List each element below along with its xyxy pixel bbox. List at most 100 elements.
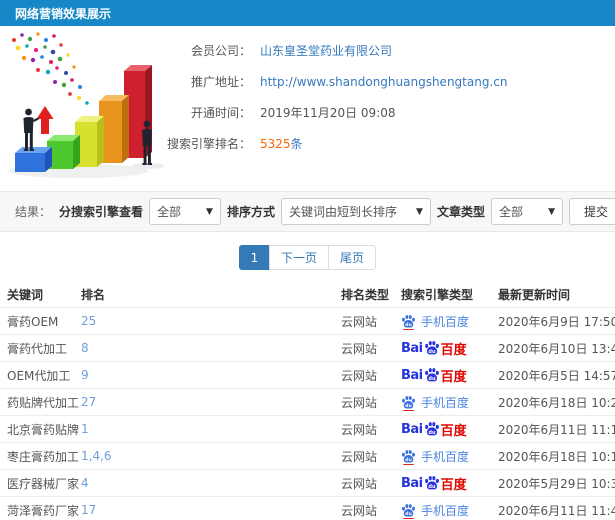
businessman-left [23, 108, 39, 151]
company-link[interactable]: 山东皇圣堂药业有限公司 [260, 42, 615, 59]
engine-cell: Bai百度 手机百度 [401, 339, 498, 358]
summary-section: 会员公司： 山东皇圣堂药业有限公司 推广地址： http://www.shand… [0, 26, 615, 190]
rank-link[interactable]: 1,4,6 [81, 449, 341, 463]
baidu-paw-icon [424, 475, 440, 491]
open-time-label: 开通时间： [190, 106, 251, 120]
next-page-button[interactable]: 下一页 [268, 245, 329, 270]
mobile-baidu-logo: 手机百度 [401, 313, 469, 330]
rank-type-cell: 云网站 [341, 422, 378, 437]
rank-link[interactable]: 4 [81, 476, 341, 490]
header-updated: 最新更新时间 [498, 288, 571, 302]
engine-cell: Bai百度 手机百度 [401, 394, 498, 411]
rank-type-cell: 云网站 [341, 476, 378, 491]
keyword-cell: 医疗器械厂家 [7, 476, 80, 491]
updated-cell: 2020年6月18日 10:19 [498, 449, 615, 464]
rank-type-cell: 云网站 [341, 449, 378, 464]
engine-rank-value: 5325条 [260, 135, 615, 152]
rank-link[interactable]: 27 [81, 395, 341, 409]
keyword-ranking-table: 关键词 排名 排名类型 搜索引擎类型 最新更新时间 膏药OEM 25 云网站 B… [0, 282, 615, 520]
baidu-logo: Bai 百度 [401, 366, 467, 385]
updated-cell: 2020年6月10日 13:40 [498, 341, 615, 356]
rank-link[interactable]: 17 [81, 503, 341, 517]
mobile-baidu-label: 手机百度 [421, 314, 470, 329]
growth-chart-illustration [0, 26, 185, 190]
mobile-baidu-logo: 手机百度 [401, 502, 469, 519]
pagination: 1 下一页 尾页 [0, 245, 615, 270]
company-label: 会员公司： [190, 44, 251, 58]
filter-bar: 结果： 分搜索引擎查看 全部 ▼ 排序方式 关键词由短到长排序 ▼ 文章类型 全… [0, 191, 615, 232]
updated-cell: 2020年6月18日 10:25 [498, 395, 615, 410]
promotion-url-label: 推广地址： [190, 75, 251, 89]
mobile-baidu-paw-icon [401, 449, 416, 465]
mobile-baidu-label: 手机百度 [421, 449, 470, 464]
baidu-label: 百度 [440, 423, 467, 439]
title-bar: 网络营销效果展示 [0, 0, 615, 26]
filter-controls: 分搜索引擎查看 全部 ▼ 排序方式 关键词由短到长排序 ▼ 文章类型 全部 ▼ … [59, 198, 615, 225]
table-row: 菏泽膏药厂家 17 云网站 Bai百度 手机百度 2020年6月11日 11:4… [0, 497, 615, 520]
rank-link[interactable]: 25 [81, 314, 341, 328]
engine-filter-select[interactable]: 全部 ▼ [148, 198, 221, 225]
rank-type-cell: 云网站 [341, 503, 378, 518]
mobile-baidu-label: 手机百度 [421, 503, 470, 518]
baidu-logo-text: Bai [401, 367, 423, 383]
keyword-cell: 药贴牌代加工 [7, 395, 80, 410]
promotion-url-link[interactable]: http://www.shandonghuangshengtang.cn [260, 75, 615, 89]
baidu-logo-text: Bai [401, 421, 423, 437]
updated-cell: 2020年6月11日 11:18 [498, 422, 615, 437]
baidu-logo: Bai 百度 [401, 339, 467, 358]
table-header-row: 关键词 排名 排名类型 搜索引擎类型 最新更新时间 [0, 282, 615, 308]
engine-view-label: 分搜索引擎查看 [58, 205, 143, 219]
chevron-down-icon: ▼ [548, 206, 555, 217]
up-arrow [36, 106, 54, 134]
rank-type-cell: 云网站 [341, 341, 378, 356]
mobile-baidu-paw-icon [401, 395, 416, 411]
submit-button[interactable]: 提交 [568, 198, 615, 225]
keyword-cell: 菏泽膏药厂家 [7, 503, 80, 518]
table-row: 北京膏药贴牌 1 云网站 Bai百度 手机百度 2020年6月11日 11:18 [0, 416, 615, 443]
table-row: OEM代加工 9 云网站 Bai百度 手机百度 2020年6月5日 14:57 [0, 362, 615, 389]
rank-type-cell: 云网站 [341, 314, 378, 329]
baidu-logo-text: Bai [401, 475, 423, 491]
baidu-logo: Bai 百度 [401, 420, 467, 439]
keyword-cell: 膏药OEM [7, 314, 59, 329]
mobile-baidu-paw-icon [401, 314, 416, 330]
page-1-button[interactable]: 1 [238, 245, 270, 270]
baidu-label: 百度 [440, 369, 467, 385]
sort-select[interactable]: 关键词由短到长排序 ▼ [280, 198, 431, 225]
article-type-label: 文章类型 [436, 205, 485, 219]
mobile-baidu-label: 手机百度 [421, 395, 470, 410]
mobile-baidu-paw-icon [401, 503, 416, 519]
bar-chart-illustration-graphic [8, 32, 164, 178]
baidu-paw-icon [424, 340, 440, 356]
rank-link[interactable]: 1 [81, 422, 341, 436]
article-type-select[interactable]: 全部 ▼ [490, 198, 563, 225]
table-row: 膏药代加工 8 云网站 Bai百度 手机百度 2020年6月10日 13:40 [0, 335, 615, 362]
mobile-baidu-logo: 手机百度 [401, 448, 469, 465]
engine-filter-value: 全部 [156, 205, 181, 219]
sort-label: 排序方式 [226, 205, 275, 219]
header-keyword: 关键词 [7, 288, 44, 302]
header-rank-type: 排名类型 [341, 288, 390, 302]
header-rank: 排名 [81, 288, 106, 302]
baidu-logo-text: Bai [401, 340, 423, 356]
rank-link[interactable]: 8 [81, 341, 341, 355]
updated-cell: 2020年6月5日 14:57 [498, 368, 615, 383]
keyword-cell: 膏药代加工 [7, 341, 68, 356]
company-meta: 会员公司： 山东皇圣堂药业有限公司 推广地址： http://www.shand… [167, 26, 615, 190]
baidu-label: 百度 [440, 477, 467, 493]
baidu-paw-icon [424, 421, 440, 437]
updated-cell: 2020年5月29日 10:32 [498, 476, 615, 491]
rank-link[interactable]: 9 [81, 368, 341, 382]
mobile-baidu-logo: 手机百度 [401, 394, 469, 411]
baidu-logo: Bai 百度 [401, 474, 467, 493]
engine-cell: Bai百度 手机百度 [401, 313, 498, 330]
result-label: 结果： [15, 205, 52, 219]
confetti [12, 32, 89, 105]
engine-cell: Bai百度 手机百度 [401, 448, 498, 465]
header-engine-type: 搜索引擎类型 [401, 288, 474, 302]
keyword-cell: 北京膏药贴牌 [7, 422, 80, 437]
last-page-button[interactable]: 尾页 [328, 245, 377, 270]
keyword-cell: 枣庄膏药加工 [7, 449, 80, 464]
rank-count: 5325 [260, 137, 291, 151]
rank-type-cell: 云网站 [341, 395, 378, 410]
